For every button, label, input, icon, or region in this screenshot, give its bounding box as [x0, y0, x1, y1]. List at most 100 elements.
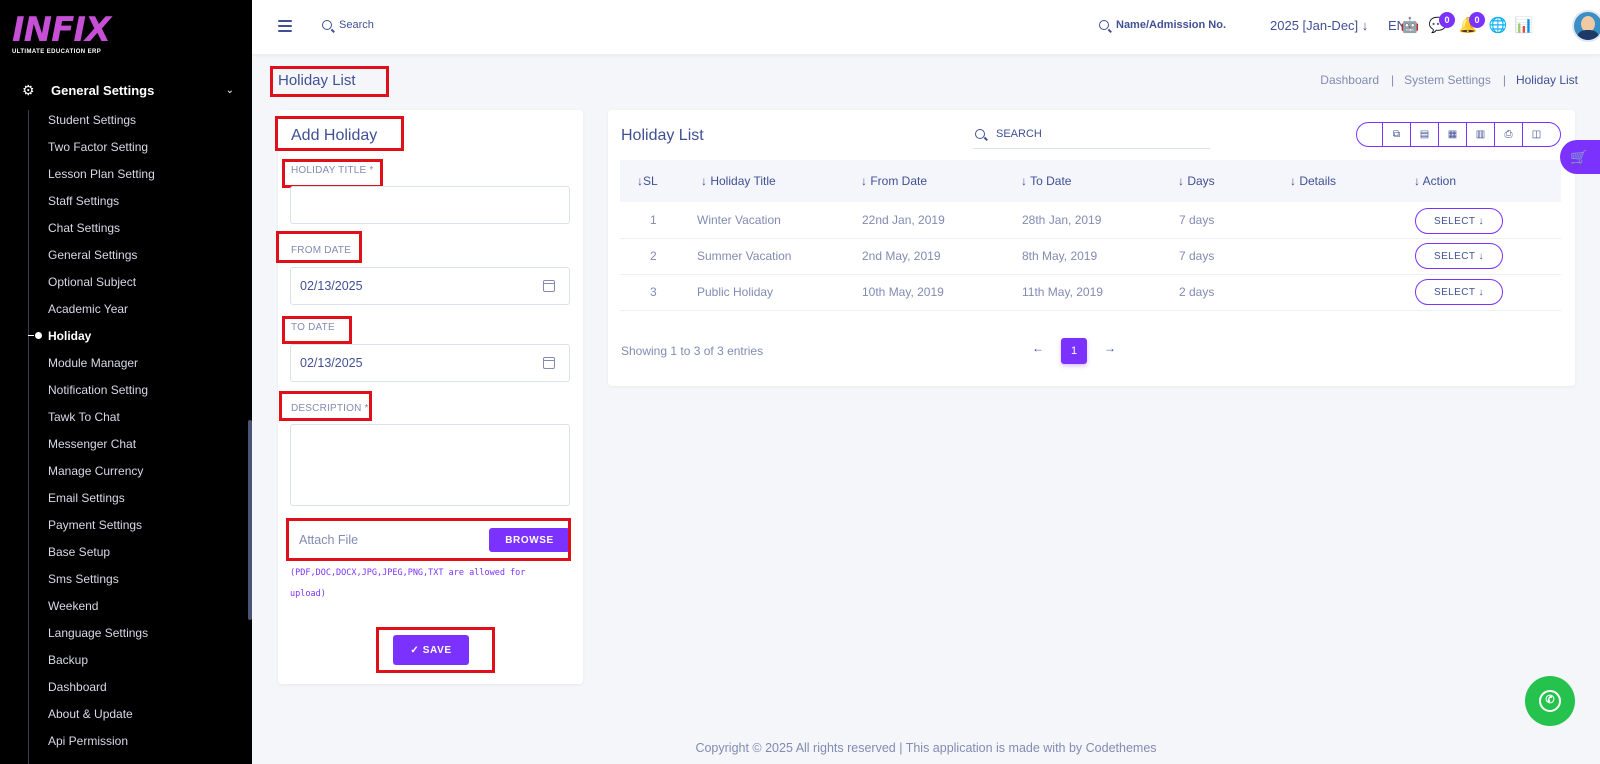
sidebar-item-base-setup[interactable]: Base Setup — [48, 543, 110, 561]
holiday-title-input[interactable] — [290, 186, 570, 224]
sidebar-item-student-settings[interactable]: Student Settings — [48, 111, 136, 129]
row-divider — [620, 274, 1561, 275]
pagination-page-1[interactable]: 1 — [1061, 338, 1087, 364]
row-action-select-button[interactable]: SELECT ↓ — [1415, 208, 1503, 234]
column-header-action[interactable]: ↓ Action — [1414, 174, 1456, 188]
sidebar-item-staff-settings[interactable]: Staff Settings — [48, 192, 119, 210]
column-header-from-date[interactable]: ↓ From Date — [861, 174, 927, 188]
row-divider — [620, 310, 1561, 311]
row-divider — [620, 238, 1561, 239]
excel-icon[interactable]: ▤ — [1410, 123, 1438, 146]
name-admission-search-label: Name/Admission No. — [1116, 19, 1227, 31]
message-count-badge: 0 — [1439, 12, 1455, 28]
breadcrumb-holiday-list: Holiday List — [1515, 73, 1578, 87]
sidebar-item-notification-setting[interactable]: Notification Setting — [48, 381, 148, 399]
sidebar-item-manage-currency[interactable]: Manage Currency — [48, 462, 143, 480]
column-header-details[interactable]: ↓ Details — [1290, 174, 1336, 188]
active-indicator-line — [28, 335, 34, 336]
pdf-icon[interactable]: ▥ — [1466, 123, 1494, 146]
column-header-holiday-title[interactable]: ↓ Holiday Title — [701, 174, 776, 188]
table-cell-days: 7 days — [1179, 249, 1215, 263]
table-cell-sl: 2 — [650, 249, 657, 263]
sidebar-item-backup[interactable]: Backup — [48, 651, 88, 669]
sidebar-item-sms-settings[interactable]: Sms Settings — [48, 570, 119, 588]
sidebar-section-general-settings[interactable]: ⚙ General Settings ⌄ — [22, 80, 234, 100]
pagination-next-icon[interactable]: → — [1104, 341, 1116, 355]
columns-icon[interactable]: ◫ — [1522, 123, 1550, 146]
chart-icon[interactable]: 📊 — [1514, 16, 1534, 36]
from-date-input[interactable]: 02/13/2025 — [290, 267, 570, 305]
column-header-days[interactable]: ↓ Days — [1178, 174, 1215, 188]
breadcrumb-separator: | — [1391, 73, 1395, 87]
table-cell-title: Winter Vacation — [697, 213, 781, 227]
breadcrumb-dashboard[interactable]: Dashboard — [1320, 73, 1379, 87]
sidebar-scrollbar[interactable] — [248, 420, 252, 620]
sidebar-item-academic-year[interactable]: Academic Year — [48, 300, 128, 318]
sidebar-item-optional-subject[interactable]: Optional Subject — [48, 273, 136, 291]
calendar-icon[interactable] — [543, 280, 555, 292]
sidebar-item-language-settings[interactable]: Language Settings — [48, 624, 148, 642]
sidebar-item-tawk-to-chat[interactable]: Tawk To Chat — [48, 408, 120, 426]
column-header-sl[interactable]: ↓SL — [637, 174, 658, 188]
table-search-input[interactable]: SEARCH — [973, 119, 1210, 149]
csv-icon[interactable]: ▦ — [1438, 123, 1466, 146]
sidebar-item-general-settings[interactable]: General Settings — [48, 246, 137, 264]
globe-icon[interactable]: 🌐 — [1488, 16, 1508, 36]
sidebar-item-about-update[interactable]: About & Update — [48, 705, 133, 723]
table-cell-to: 11th May, 2019 — [1022, 285, 1103, 299]
search-icon — [975, 128, 985, 139]
sidebar-item-email-settings[interactable]: Email Settings — [48, 489, 125, 507]
highlight-box-page-title — [270, 66, 389, 97]
cart-icon[interactable]: 🛒 — [1560, 140, 1600, 174]
file-type-hint: (PDF,DOC,DOCX,JPG,JPEG,PNG,TXT are allow… — [290, 568, 526, 599]
row-action-select-button[interactable]: SELECT ↓ — [1415, 279, 1503, 305]
breadcrumb-system-settings[interactable]: System Settings — [1404, 73, 1491, 87]
sidebar: INFIX ULTIMATE EDUCATION ERP ⚙ General S… — [0, 0, 252, 764]
table-cell-days: 2 days — [1179, 285, 1215, 299]
table-cell-sl: 1 — [650, 213, 657, 227]
sidebar-item-two-factor-setting[interactable]: Two Factor Setting — [48, 138, 148, 156]
breadcrumb-separator: | — [1502, 73, 1506, 87]
table-cell-days: 7 days — [1179, 213, 1215, 227]
sidebar-item-weekend[interactable]: Weekend — [48, 597, 98, 615]
sidebar-item-lesson-plan-setting[interactable]: Lesson Plan Setting — [48, 165, 155, 183]
copy-icon[interactable]: ⧉ — [1382, 123, 1410, 146]
highlight-box-from-date — [276, 231, 362, 263]
table-cell-title: Summer Vacation — [697, 249, 792, 263]
sidebar-item-chat-settings[interactable]: Chat Settings — [48, 219, 120, 237]
gear-icon: ⚙ — [22, 82, 35, 98]
top-search[interactable]: Search — [322, 19, 374, 31]
sidebar-item-payment-settings[interactable]: Payment Settings — [48, 516, 142, 534]
highlight-box-add-holiday — [275, 116, 404, 151]
top-search-label: Search — [339, 19, 374, 31]
table-cell-to: 28th Jan, 2019 — [1022, 213, 1102, 227]
sidebar-item-module-manager[interactable]: Module Manager — [48, 354, 138, 372]
sidebar-item-api-permission[interactable]: Api Permission — [48, 732, 128, 750]
robot-icon[interactable]: 🤖 — [1400, 16, 1420, 36]
highlight-box-description — [279, 391, 372, 421]
whatsapp-button[interactable]: ✆ — [1525, 676, 1575, 726]
avatar[interactable] — [1572, 10, 1600, 42]
search-icon — [322, 20, 332, 30]
description-textarea[interactable] — [290, 424, 570, 506]
pagination-prev-icon[interactable]: ← — [1032, 341, 1044, 355]
sidebar-item-messenger-chat[interactable]: Messenger Chat — [48, 435, 136, 453]
chevron-down-icon: ⌄ — [225, 84, 234, 96]
table-search-placeholder: SEARCH — [996, 127, 1042, 140]
highlight-box-holiday-title — [282, 159, 383, 188]
academic-year-value: 2025 [Jan-Dec] — [1270, 18, 1359, 33]
logo[interactable]: INFIX ULTIMATE EDUCATION ERP — [12, 12, 122, 58]
to-date-input[interactable]: 02/13/2025 — [290, 344, 570, 382]
row-action-select-button[interactable]: SELECT ↓ — [1415, 243, 1503, 269]
arrow-down-icon: ↓ — [1361, 18, 1369, 33]
print-icon[interactable]: ⎙ — [1494, 123, 1522, 146]
sidebar-item-holiday[interactable]: Holiday — [48, 327, 91, 345]
column-header-to-date[interactable]: ↓ To Date — [1021, 174, 1071, 188]
sidebar-item-dashboard[interactable]: Dashboard — [48, 678, 107, 696]
table-cell-sl: 3 — [650, 285, 657, 299]
academic-year-select[interactable]: 2025 [Jan-Dec] ↓ — [1270, 18, 1368, 33]
menu-icon[interactable] — [278, 20, 292, 32]
highlight-box-attach-file — [286, 518, 571, 561]
calendar-icon[interactable] — [543, 357, 555, 369]
name-admission-search[interactable]: Name/Admission No. — [1099, 19, 1226, 31]
